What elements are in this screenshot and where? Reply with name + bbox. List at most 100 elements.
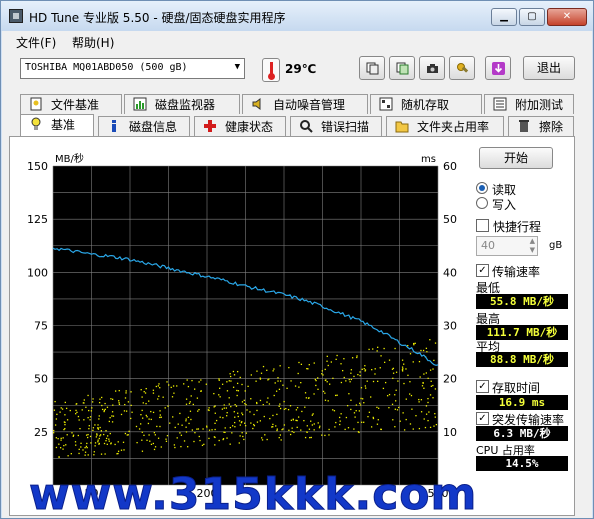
access-time-point <box>329 383 331 385</box>
access-time-point <box>256 402 258 405</box>
access-time-point <box>218 439 220 442</box>
access-time-point <box>111 415 113 417</box>
access-time-point <box>157 398 159 400</box>
access-time-point <box>403 363 405 365</box>
access-time-checkbox[interactable]: ✓ <box>476 380 489 393</box>
access-time-point <box>300 429 302 431</box>
access-time-point <box>97 441 99 443</box>
access-time-point <box>94 442 97 444</box>
access-time-point <box>85 406 87 408</box>
access-time-point <box>239 376 241 379</box>
access-time-point <box>188 402 191 405</box>
access-time-point <box>60 439 62 441</box>
access-time-point <box>172 385 175 387</box>
access-time-point <box>260 372 263 374</box>
access-time-point <box>157 385 159 387</box>
access-time-point <box>266 369 268 371</box>
access-time-point <box>237 390 240 392</box>
access-time-point <box>293 431 295 434</box>
access-time-point <box>90 442 92 444</box>
access-time-point <box>91 407 93 409</box>
access-time-point <box>198 435 200 438</box>
tab-benchmark[interactable]: 基准 <box>20 114 94 136</box>
access-time-point <box>64 414 66 416</box>
access-time-point <box>231 425 234 427</box>
access-time-point <box>395 389 397 391</box>
access-time-point <box>432 384 434 387</box>
access-time-point <box>218 379 220 381</box>
quick-stroke-checkbox[interactable] <box>476 219 489 232</box>
access-time-point <box>208 407 210 409</box>
access-time-point <box>193 440 195 443</box>
access-time-point <box>62 448 64 450</box>
avg-value: 88.8 MB/秒 <box>476 352 568 367</box>
access-time-point <box>384 381 387 384</box>
access-time-point <box>148 434 150 436</box>
access-time-point <box>244 402 246 405</box>
access-time-point <box>97 427 99 429</box>
access-time-point <box>255 380 257 382</box>
access-time-point <box>291 430 293 433</box>
quick-stroke-spinner[interactable]: 40 ▲ ▼ <box>476 236 538 256</box>
access-time-point <box>403 429 406 431</box>
access-time-point <box>425 413 428 415</box>
access-time-point <box>222 438 225 440</box>
access-time-point <box>78 452 80 455</box>
access-time-point <box>364 370 366 372</box>
access-time-point <box>294 385 297 387</box>
access-time-point <box>171 396 174 398</box>
access-time-point <box>315 379 317 382</box>
access-time-point <box>237 412 239 414</box>
access-time-point <box>166 381 168 383</box>
start-button[interactable]: 开始 <box>479 147 553 169</box>
read-radio[interactable] <box>476 182 488 194</box>
access-time-point <box>321 370 323 372</box>
access-time-point <box>166 435 169 437</box>
access-time-point <box>279 365 281 367</box>
transfer-rate-checkbox[interactable]: ✓ <box>476 264 489 277</box>
y-tick-label: 25 <box>34 426 48 439</box>
access-time-point <box>434 413 436 415</box>
access-time-point <box>340 413 342 415</box>
access-time-point <box>401 370 404 372</box>
access-time-point <box>160 446 162 448</box>
access-time-point <box>118 402 120 404</box>
access-time-point <box>332 409 334 411</box>
access-time-point <box>377 419 379 421</box>
access-time-point <box>197 410 199 412</box>
access-time-point <box>276 429 278 432</box>
access-time-point <box>249 411 251 413</box>
access-time-point <box>124 403 126 406</box>
write-radio[interactable] <box>476 197 488 209</box>
access-time-point <box>241 413 244 416</box>
access-time-point <box>435 423 438 426</box>
access-time-point <box>228 403 230 405</box>
access-time-point <box>232 370 235 373</box>
access-time-point <box>234 421 236 424</box>
access-time-point <box>112 415 115 417</box>
access-time-point <box>238 420 241 422</box>
access-time-point <box>219 416 221 418</box>
access-time-point <box>99 398 101 400</box>
access-time-point <box>368 411 371 413</box>
access-time-point <box>93 451 95 453</box>
access-time-point <box>147 422 150 425</box>
write-label: 写入 <box>492 198 517 212</box>
access-time-point <box>100 430 102 432</box>
access-time-point <box>149 440 151 442</box>
access-time-point <box>169 422 171 424</box>
access-time-point <box>114 443 116 446</box>
access-time-point <box>326 355 328 357</box>
access-time-point <box>236 394 238 397</box>
spinner-arrows-icon[interactable]: ▲ ▼ <box>530 237 535 255</box>
access-time-point <box>96 434 98 436</box>
access-time-point <box>97 428 100 430</box>
burst-rate-checkbox[interactable]: ✓ <box>476 412 489 425</box>
y-tick-label: 100 <box>27 266 48 279</box>
access-time-point <box>273 368 275 370</box>
access-time-point <box>279 407 282 410</box>
access-time-point <box>150 410 152 413</box>
access-time-point <box>427 397 429 400</box>
access-time-point <box>370 426 373 428</box>
access-time-point <box>55 446 58 449</box>
